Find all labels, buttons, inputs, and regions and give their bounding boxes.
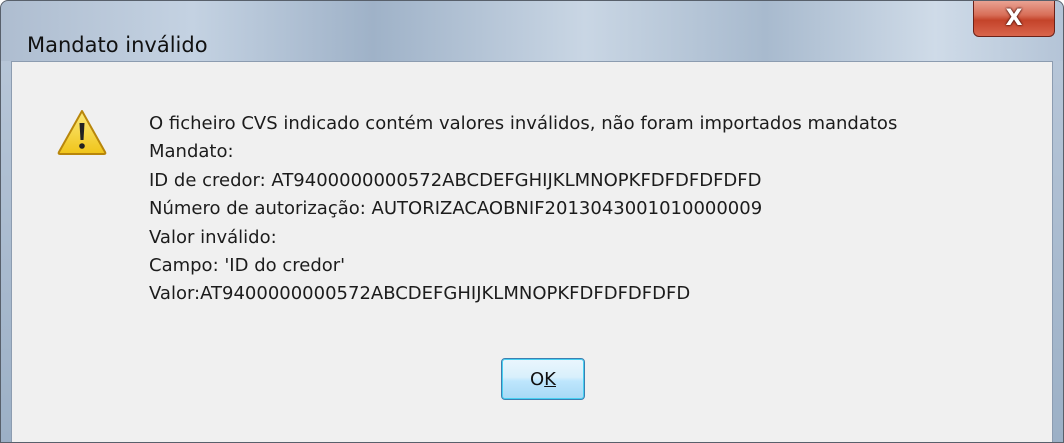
message-line-mandate-header: Mandato:: [149, 141, 234, 163]
ok-button-label: OK: [530, 369, 556, 390]
message-text: O ficheiro CVS indicado contém valores i…: [149, 110, 1042, 309]
window-frame-right: [1053, 61, 1063, 442]
ok-button[interactable]: OK: [501, 358, 585, 400]
close-button[interactable]: X: [973, 1, 1055, 37]
window-title: Mandato inválido: [27, 33, 208, 57]
message-line-summary: O ficheiro CVS indicado contém valores i…: [149, 113, 898, 134]
message-line-value: Valor:AT9400000000572ABCDEFGHIJKLMNOPKFD…: [149, 283, 691, 305]
close-icon: X: [1005, 5, 1023, 31]
warning-icon: [57, 110, 107, 155]
message-line-field: Campo: 'ID do credor': [149, 255, 346, 277]
message-line-authorization-number: Número de autorização: AUTORIZACAOBNIF20…: [149, 198, 763, 220]
message-line-invalid-value-header: Valor inválido:: [149, 226, 277, 248]
title-bar[interactable]: Mandato inválido X: [1, 1, 1063, 61]
window-frame-left: [1, 61, 11, 442]
dialog-window: Mandato inválido X O ficheiro CVS indica…: [0, 0, 1064, 443]
ok-label-accelerator: K: [544, 368, 556, 390]
ok-label-prefix: O: [530, 368, 545, 390]
message-line-creditor-id: ID de credor: AT9400000000572ABCDEFGHIJK…: [149, 169, 762, 191]
dialog-content: O ficheiro CVS indicado contém valores i…: [11, 61, 1053, 442]
